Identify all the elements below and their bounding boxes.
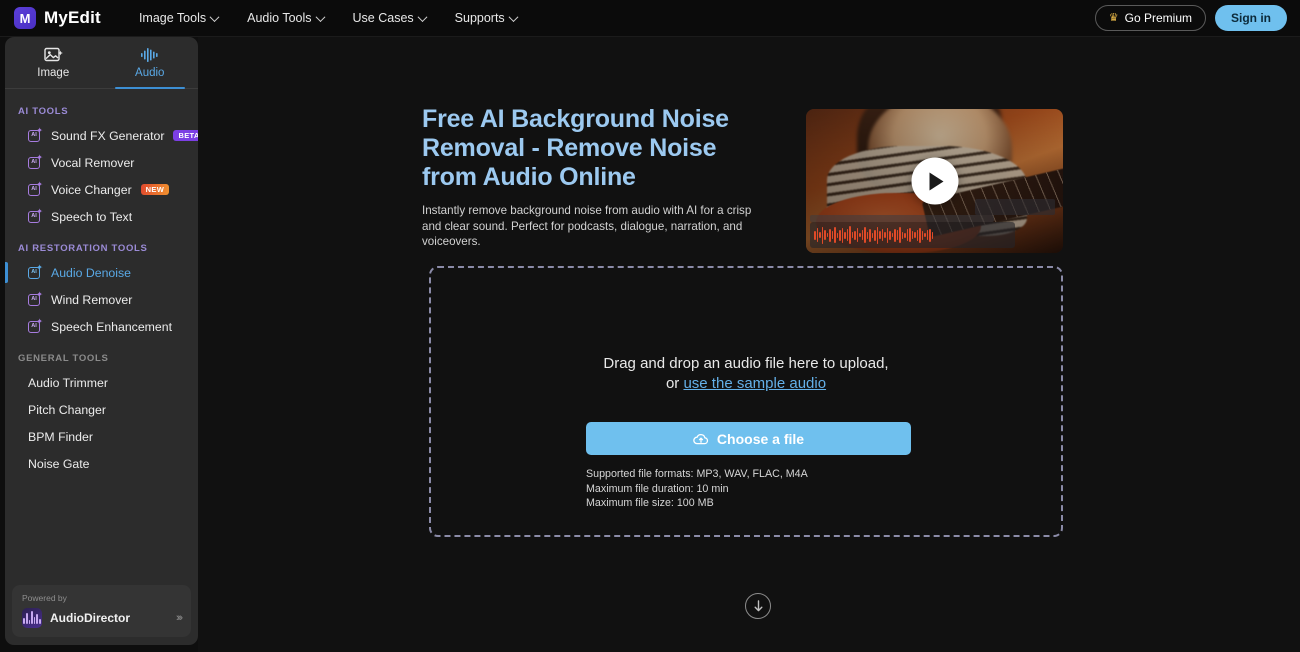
go-premium-label: Go Premium (1124, 11, 1192, 25)
top-right-actions: ♛ Go Premium Sign in (1094, 5, 1287, 31)
badge-beta: BETA (173, 129, 198, 142)
max-size: Maximum file size: 100 MB (586, 497, 714, 509)
file-dropzone[interactable]: Drag and drop an audio file here to uplo… (429, 266, 1063, 537)
sidebar-item-bpm-finder[interactable]: BPM Finder (5, 423, 198, 450)
dropzone-line1: Drag and drop an audio file here to uplo… (603, 355, 889, 372)
sidebar-item-label: BPM Finder (28, 429, 93, 444)
nav-label: Image Tools (138, 11, 207, 25)
chevron-down-icon (209, 11, 220, 22)
sidebar-item-audio-denoise[interactable]: AI ✦ Audio Denoise (5, 259, 198, 286)
sidebar-item-label: Sound FX Generator (51, 128, 165, 143)
scroll-down-button[interactable] (745, 593, 771, 619)
sidebar-item-label: Audio Trimmer (28, 375, 108, 390)
audio-waveform-icon (140, 47, 158, 62)
ai-sparkle-icon: AI ✦ (28, 207, 43, 224)
group-title-ai-tools: AI TOOLS (18, 106, 69, 117)
video-overlay-track (810, 215, 994, 222)
ai-sparkle-icon: AI ✦ (28, 126, 43, 143)
group-title-ai-restoration-tools: AI RESTORATION TOOLS (18, 243, 148, 254)
ai-sparkle-icon: AI ✦ (28, 180, 43, 197)
hero-section: Free AI Background Noise Removal - Remov… (422, 105, 766, 250)
ai-sparkle-icon: AI ✦ (28, 317, 43, 334)
sidebar-item-speech-enhancement[interactable]: AI ✦ Speech Enhancement (5, 313, 198, 340)
brand-logo[interactable]: M MyEdit (14, 7, 101, 29)
sidebar-item-audio-trimmer[interactable]: Audio Trimmer (5, 369, 198, 396)
sidebar: Image Audio AI TOOLS AI ✦ Sound FX Gener… (5, 37, 198, 645)
nav-label: Audio Tools (247, 11, 312, 25)
group-title-general-tools: GENERAL TOOLS (18, 353, 109, 364)
sidebar-item-speech-to-text[interactable]: AI ✦ Speech to Text (5, 203, 198, 230)
video-overlay-waveform (810, 222, 1015, 248)
file-requirements: Supported file formats: MP3, WAV, FLAC, … (586, 467, 808, 511)
myedit-logo-icon: M (14, 7, 36, 29)
sidebar-item-label: Audio Denoise (51, 265, 131, 280)
sidebar-item-vocal-remover[interactable]: AI ✦ Vocal Remover (5, 149, 198, 176)
sample-audio-link[interactable]: use the sample audio (683, 375, 826, 392)
sidebar-item-label: Voice Changer (51, 182, 132, 197)
crown-icon: ♛ (1108, 11, 1119, 24)
sidebar-item-label: Wind Remover (51, 292, 133, 307)
chevron-down-icon (417, 11, 428, 22)
sidebar-item-label: Speech to Text (51, 209, 133, 224)
nav-item-supports[interactable]: Supports (454, 11, 519, 25)
sidebar-item-voice-changer[interactable]: AI ✦ Voice Changer NEW (5, 176, 198, 203)
page-description: Instantly remove background noise from a… (422, 204, 752, 248)
badge-new: NEW (140, 183, 170, 196)
main-content: Free AI Background Noise Removal - Remov… (198, 37, 1300, 652)
powered-by-row: AudioDirector ››› (22, 608, 183, 628)
powered-by-label: Powered by (22, 593, 67, 603)
arrow-down-circle-icon (754, 600, 762, 612)
tab-audio-label: Audio (135, 66, 165, 79)
dropzone-instructions: Drag and drop an audio file here to uplo… (431, 354, 1061, 394)
tab-audio[interactable]: Audio (102, 37, 199, 89)
ai-sparkle-icon: AI ✦ (28, 153, 43, 170)
nav-item-image-tools[interactable]: Image Tools (138, 11, 220, 25)
tab-image-label: Image (37, 66, 70, 79)
play-button-icon[interactable] (911, 157, 958, 205)
sidebar-item-label: Pitch Changer (28, 402, 106, 417)
go-premium-button[interactable]: ♛ Go Premium (1094, 5, 1206, 31)
nav-label: Supports (454, 11, 505, 25)
chevrons-right-icon[interactable]: ››› (176, 612, 183, 624)
chevron-down-icon (315, 11, 325, 22)
sidebar-tabs: Image Audio (5, 37, 198, 89)
page-title: Free AI Background Noise Removal - Remov… (422, 105, 729, 191)
audiodirector-icon (22, 608, 42, 628)
audiodirector-name: AudioDirector (50, 611, 131, 625)
ai-sparkle-icon: AI ✦ (28, 290, 43, 307)
sidebar-item-noise-gate[interactable]: Noise Gate (5, 450, 198, 477)
image-icon (44, 47, 63, 61)
sidebar-item-label: Vocal Remover (51, 155, 135, 170)
choose-a-file-label: Choose a file (716, 430, 805, 447)
nav-item-use-cases[interactable]: Use Cases (352, 11, 428, 25)
max-duration: Maximum file duration: 10 min (586, 482, 729, 495)
promo-video-thumbnail[interactable] (806, 109, 1063, 253)
main-nav: Image Tools Audio Tools Use Cases Suppor… (138, 11, 519, 25)
sidebar-item-label: Noise Gate (28, 456, 90, 471)
sidebar-scroll-area[interactable]: AI TOOLS AI ✦ Sound FX Generator BETA AI ✦… (5, 89, 198, 585)
video-overlay-panel (975, 199, 1055, 215)
sidebar-item-label: Speech Enhancement (51, 319, 173, 334)
sign-in-button[interactable]: Sign in (1215, 5, 1287, 31)
sidebar-item-sound-fx-generator[interactable]: AI ✦ Sound FX Generator BETA (5, 122, 198, 149)
choose-a-file-button[interactable]: Choose a file (586, 422, 911, 455)
supported-formats: Supported file formats: MP3, WAV, FLAC, … (586, 468, 808, 480)
ai-sparkle-icon: AI ✦ (28, 263, 43, 280)
cloud-upload-icon (693, 433, 709, 445)
nav-label: Use Cases (352, 11, 414, 25)
sidebar-item-wind-remover[interactable]: AI ✦ Wind Remover (5, 286, 198, 313)
powered-by-panel[interactable]: Powered by AudioDirector ››› (12, 585, 191, 637)
nav-item-audio-tools[interactable]: Audio Tools (247, 11, 325, 25)
top-navigation-bar: M MyEdit Image Tools Audio Tools Use Cas… (0, 0, 1300, 37)
brand-name: MyEdit (44, 8, 101, 27)
dropzone-or: or (665, 375, 680, 392)
tab-image[interactable]: Image (5, 37, 102, 88)
logo-glyph: M (19, 10, 31, 26)
chevron-down-icon (508, 11, 519, 22)
sidebar-item-pitch-changer[interactable]: Pitch Changer (5, 396, 198, 423)
